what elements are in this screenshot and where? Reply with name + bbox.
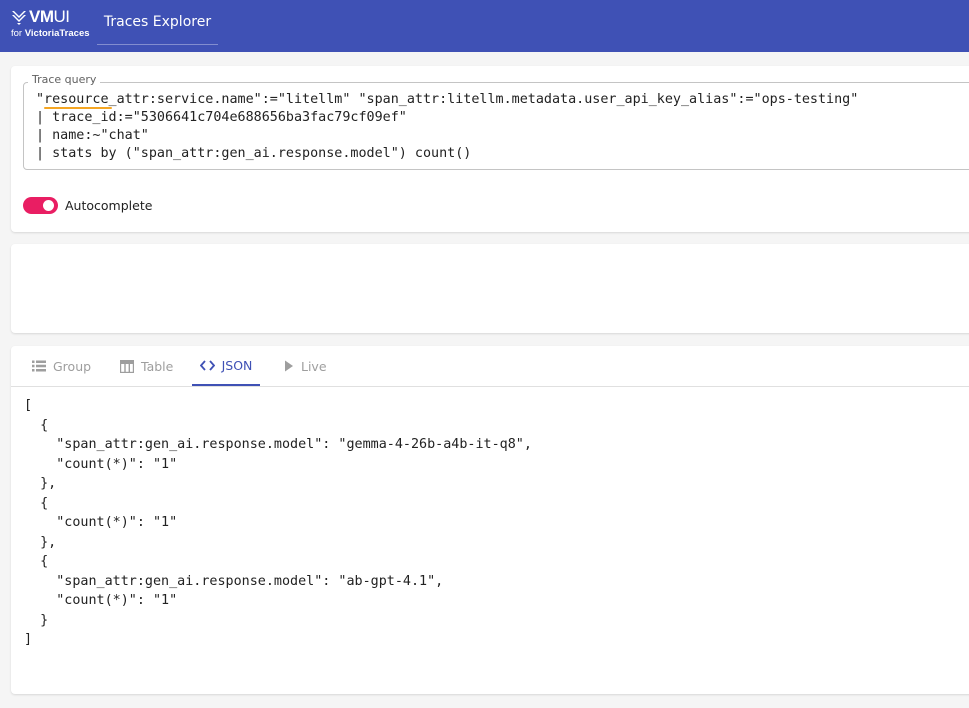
json-line: [ [24, 398, 33, 413]
autocomplete-label: Autocomplete [65, 198, 153, 213]
brand-subtitle: for VictoriaTraces [11, 28, 93, 39]
tab-group[interactable]: Group [32, 346, 91, 386]
query-panel: Trace query "resource_attr:service.name"… [11, 66, 969, 232]
results-panel: Group Table JSON Live [ {"span_attr:gen… [11, 346, 969, 694]
brand-sub-name: VictoriaTraces [24, 28, 90, 39]
nav-tab-traces-explorer[interactable]: Traces Explorer [97, 0, 218, 45]
brand-sub-prefix: for [11, 28, 25, 39]
json-output: [ { "span_attr:gen_ai.response.model": "… [24, 396, 532, 650]
trace-query-label: Trace query [28, 73, 101, 86]
app-header: VM UI for VictoriaTraces Traces Explorer [0, 0, 969, 52]
autocomplete-underline [44, 107, 112, 109]
json-line: "count(*)": "1" [24, 456, 178, 472]
json-line: } [24, 612, 49, 628]
json-line: "count(*)": "1" [24, 593, 178, 608]
results-tabs: Group Table JSON Live [11, 346, 969, 387]
brand-vm: VM [29, 7, 54, 26]
json-line: "span_attr:gen_ai.response.model": "ab-g… [24, 573, 444, 589]
json-line: }, [24, 534, 57, 550]
trace-query-input[interactable]: "resource_attr:service.name":="litellm" … [36, 91, 858, 163]
tab-live[interactable]: Live [284, 346, 327, 386]
json-line: "count(*)": "1" [24, 515, 178, 530]
tab-json[interactable]: JSON [192, 346, 260, 386]
vmui-logo[interactable]: VM UI for VictoriaTraces [11, 7, 93, 41]
toggle-thumb [43, 200, 54, 211]
json-line: { [24, 495, 49, 511]
list-icon [32, 360, 46, 372]
tab-live-label: Live [301, 358, 327, 374]
json-line: ] [24, 632, 33, 647]
brand-ui: UI [53, 7, 71, 26]
tab-table-label: Table [141, 358, 174, 374]
tab-group-label: Group [53, 358, 92, 374]
tab-table[interactable]: Table [120, 346, 173, 386]
autocomplete-toggle[interactable] [23, 197, 58, 214]
code-icon [199, 359, 215, 371]
json-line: { [24, 417, 49, 433]
table-icon [120, 359, 134, 373]
play-icon [285, 360, 293, 372]
victoria-logo-icon [11, 9, 27, 25]
json-line: "span_attr:gen_ai.response.model": "gemm… [24, 437, 532, 452]
json-line: }, [24, 476, 57, 491]
empty-panel [11, 244, 969, 333]
json-line: { [24, 554, 49, 569]
tab-json-label: JSON [221, 357, 253, 373]
